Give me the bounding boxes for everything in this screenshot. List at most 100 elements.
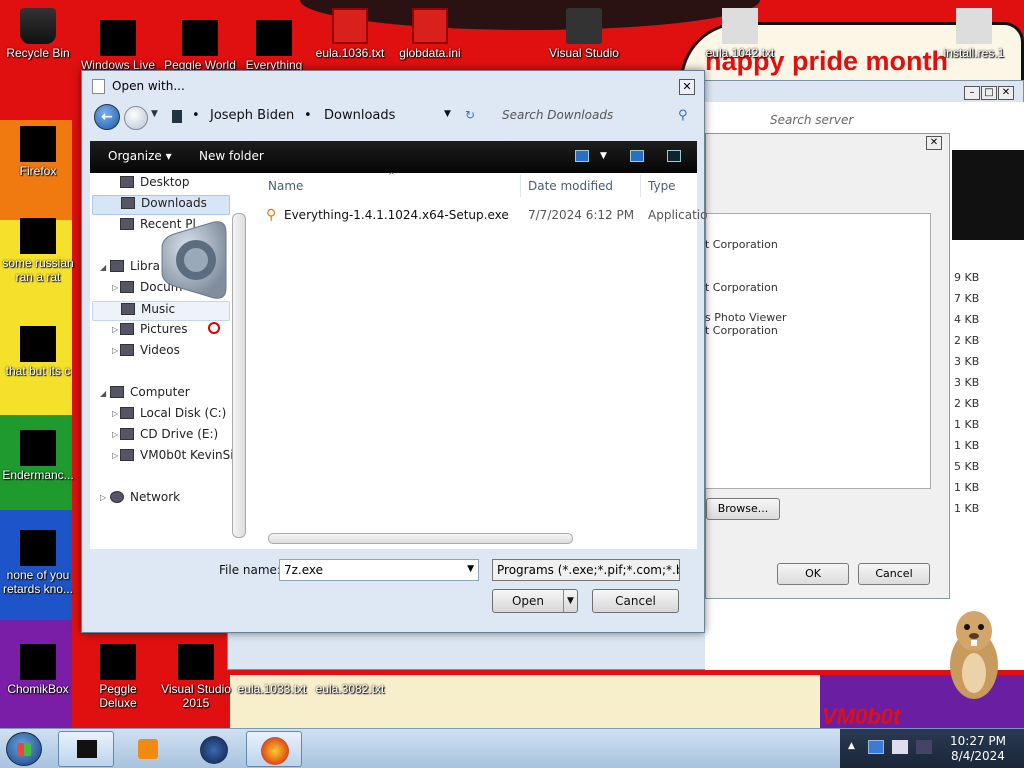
desktop-icon-recycle-bin[interactable]: Recycle Bin (0, 8, 76, 60)
file-size-cell: 7 KB (954, 292, 980, 305)
column-header-name[interactable]: Name (268, 179, 303, 193)
desktop-icon-peggle-world[interactable]: Peggle World (162, 20, 238, 72)
expand-arrow-icon[interactable]: ▷ (112, 346, 118, 355)
taskbar-item-globe[interactable] (186, 731, 242, 767)
taskbar-item-media-player[interactable] (122, 731, 178, 767)
desktop-icon-firefox[interactable]: Firefox (0, 126, 76, 178)
desktop-icon-visual-studio-2015[interactable]: Visual Studio 2015 (158, 644, 234, 710)
network-drive-icon (120, 449, 134, 461)
browse-button[interactable]: Browse... (706, 498, 780, 520)
volume-icon[interactable] (892, 740, 908, 754)
expand-arrow-icon[interactable]: ▷ (112, 451, 118, 460)
program-icon (20, 326, 56, 362)
expand-arrow-icon[interactable]: ▷ (112, 325, 118, 334)
desktop-icon-globdata[interactable]: globdata.ini (392, 8, 468, 60)
nav-item-vm-share[interactable]: VM0b0t KevinSite (120, 448, 232, 468)
horizontal-scrollbar[interactable] (258, 531, 697, 545)
clock[interactable]: 10:27 PM 8/4/2024 (948, 734, 1008, 764)
expand-arrow-icon[interactable]: ▷ (112, 430, 118, 439)
file-name-field[interactable]: 7z.exe ▼ (279, 559, 479, 581)
desktop-icon-eula1042[interactable]: eula.1042.txt (702, 8, 778, 60)
desktop-icon-windows-live[interactable]: Windows Live (80, 20, 156, 72)
file-type-select[interactable]: Programs (*.exe;*.pif;*.com;*.ba (492, 559, 680, 581)
properties-program-list[interactable] (705, 213, 931, 489)
taskbar-item-firefox[interactable] (246, 731, 302, 767)
taskbar-item-explorer[interactable] (58, 731, 114, 767)
maximize-icon[interactable]: □ (981, 86, 997, 100)
nav-item-cd-drive[interactable]: CD Drive (E:) (120, 427, 218, 447)
close-icon[interactable]: ✕ (926, 136, 942, 150)
breadcrumb-item[interactable]: Downloads (324, 108, 395, 123)
minimize-icon[interactable]: – (964, 86, 980, 100)
refresh-icon[interactable]: ↻ (465, 108, 475, 122)
nav-item-network[interactable]: Network (110, 490, 180, 510)
column-header-type[interactable]: Type (648, 179, 676, 193)
column-header-date-modified[interactable]: Date modified (528, 179, 613, 193)
watermark-text: VM0b0t (822, 704, 901, 728)
search-icon[interactable]: ⚲ (678, 108, 688, 123)
expand-arrow-icon[interactable]: ▷ (112, 283, 118, 292)
breadcrumb[interactable]: • Joseph Biden • Downloads ▼ (164, 105, 484, 129)
start-button[interactable] (6, 732, 42, 766)
breadcrumb-item[interactable]: Joseph Biden (210, 108, 294, 123)
nav-item-desktop[interactable]: Desktop (120, 175, 190, 195)
nav-item-music[interactable]: Music (92, 301, 230, 321)
chevron-down-icon[interactable]: ▼ (444, 109, 451, 119)
close-icon[interactable]: ✕ (998, 86, 1014, 100)
chevron-down-icon[interactable]: ▼ (467, 564, 474, 574)
desktop-icon-eula1033[interactable]: eula.1033.txt (234, 682, 310, 696)
nav-item-computer[interactable]: Computer (110, 385, 190, 405)
nav-item-downloads[interactable]: Downloads (92, 195, 230, 215)
ok-button[interactable]: OK (777, 563, 849, 585)
nav-item-videos[interactable]: Videos (120, 343, 180, 363)
recycle-bin-icon (20, 8, 56, 44)
collapse-arrow-icon[interactable]: ◢ (100, 389, 106, 398)
ini-file-icon (412, 8, 448, 44)
preview-pane-icon[interactable] (630, 150, 644, 162)
expand-arrow-icon[interactable]: ▷ (100, 493, 106, 502)
computer-icon (172, 110, 182, 123)
close-icon[interactable]: ✕ (679, 79, 695, 95)
desktop-icon-eula3082[interactable]: eula.3082.txt (312, 682, 388, 696)
chevron-down-icon[interactable]: ▼ (563, 590, 577, 612)
videos-icon (120, 344, 134, 356)
desktop-icon-everything[interactable]: Everything (236, 20, 312, 72)
table-row[interactable]: ⚲ Everything-1.4.1.1024.x64-Setup.exe 7/… (266, 205, 707, 225)
scrollbar-thumb[interactable] (268, 533, 573, 544)
collapse-arrow-icon[interactable]: ◢ (100, 263, 106, 272)
forward-arrow-icon[interactable] (124, 106, 148, 130)
desktop-icon-install-res[interactable]: install.res.1 (936, 8, 1012, 60)
desktop-icon-visual-studio[interactable]: Visual Studio (546, 8, 622, 60)
display-icon[interactable] (916, 740, 932, 754)
desktop-icon-none-of-you[interactable]: none of you retards kno... (0, 530, 76, 596)
view-options-icon[interactable] (575, 150, 589, 162)
properties-cancel-button[interactable]: Cancel (858, 563, 930, 585)
nav-item-pictures[interactable]: Pictures (120, 322, 188, 342)
file-size-cell: 3 KB (954, 376, 980, 389)
file-list[interactable]: Name ^ Date modified Type ⚲ Everything-1… (258, 171, 707, 549)
network-icon[interactable] (868, 740, 884, 754)
cd-drive-icon (120, 428, 134, 440)
desktop-icon-eula1036[interactable]: eula.1036.txt (312, 8, 388, 60)
background-search-input[interactable]: Search server (770, 113, 1015, 131)
desktop-icon-that-but[interactable]: that but its c (0, 326, 76, 378)
pictures-icon (120, 323, 134, 335)
desktop-icon-peggle-deluxe[interactable]: Peggle Deluxe (80, 644, 156, 710)
nav-item-local-disk[interactable]: Local Disk (C:) (120, 406, 226, 426)
desktop-icon-russian-rat[interactable]: some russian ran a rat (0, 218, 76, 284)
expand-arrow-icon[interactable]: ▷ (112, 409, 118, 418)
chevron-down-icon[interactable]: ▼ (600, 151, 607, 161)
new-folder-button[interactable]: New folder (199, 149, 264, 163)
computer-icon (110, 386, 124, 398)
chevron-down-icon[interactable]: ▼ (151, 109, 158, 119)
cancel-button[interactable]: Cancel (592, 589, 679, 613)
help-icon[interactable] (667, 150, 681, 162)
desktop-icon-chomikbox[interactable]: ChomikBox (0, 644, 76, 696)
open-button[interactable]: Open ▼ (492, 589, 578, 613)
open-with-dialog[interactable]: Open with... ✕ ← ▼ • Joseph Biden • Down… (81, 70, 707, 633)
desktop-icon-endermanch[interactable]: Endermanc... (0, 430, 76, 482)
organize-button[interactable]: Organize ▾ (108, 149, 172, 163)
search-input[interactable]: Search Downloads ⚲ (490, 105, 695, 127)
chevron-up-icon[interactable]: ▲ (848, 741, 855, 751)
back-arrow-icon[interactable]: ← (94, 104, 120, 130)
